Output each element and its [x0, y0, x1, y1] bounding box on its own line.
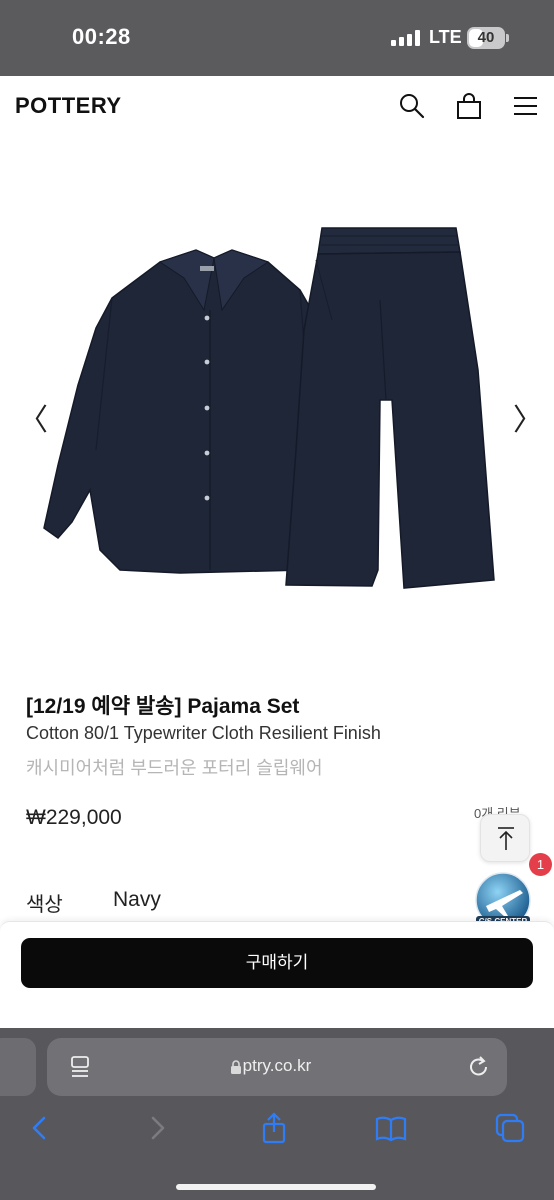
- back-icon[interactable]: [24, 1112, 56, 1144]
- arrow-up-icon: [498, 827, 514, 850]
- menu-icon[interactable]: [511, 92, 539, 120]
- tabs-icon[interactable]: [494, 1112, 526, 1144]
- site-header: POTTERY: [0, 76, 554, 136]
- product-image[interactable]: [0, 150, 554, 640]
- color-option-value[interactable]: Navy: [113, 888, 161, 912]
- shopping-bag-icon[interactable]: [455, 92, 483, 120]
- forward-icon[interactable]: [141, 1112, 173, 1144]
- notification-count-badge: 1: [529, 853, 552, 876]
- product-subtitle: Cotton 80/1 Typewriter Cloth Resilient F…: [26, 723, 381, 743]
- gallery-prev-arrow[interactable]: 〈: [18, 395, 48, 439]
- status-time: 00:28: [72, 24, 131, 49]
- browser-toolbar: ptry.co.kr: [0, 1028, 554, 1200]
- url-text: ptry.co.kr: [242, 1056, 312, 1075]
- bookmarks-icon[interactable]: [375, 1112, 407, 1144]
- product-subtitle-korean: 캐시미어처럼 부드러운 포터리 슬립웨어: [26, 758, 323, 778]
- address-bar[interactable]: ptry.co.kr: [47, 1038, 507, 1096]
- product-title: [12/19 예약 발송] Pajama Set: [26, 695, 300, 718]
- gallery-next-arrow[interactable]: 〉: [513, 395, 543, 439]
- battery-cap: [506, 34, 509, 42]
- search-icon[interactable]: [398, 92, 426, 120]
- cellular-signal-icon: [391, 30, 421, 46]
- status-bar: 00:28 LTE 40: [0, 0, 554, 76]
- share-icon[interactable]: [258, 1112, 290, 1144]
- pants-illustration: [285, 227, 495, 589]
- purchase-panel: 구매하기: [0, 921, 554, 1031]
- site-logo[interactable]: POTTERY: [15, 93, 122, 119]
- buy-button[interactable]: 구매하기: [21, 938, 533, 988]
- previous-tab-preview[interactable]: [0, 1038, 36, 1096]
- battery-percent: 40: [477, 29, 495, 46]
- reload-icon[interactable]: [467, 1054, 491, 1080]
- color-option-label: 색상: [26, 894, 63, 916]
- network-type: LTE: [429, 27, 462, 47]
- battery-icon: 40: [467, 27, 505, 49]
- product-price: ₩229,000: [26, 806, 122, 829]
- scroll-to-top-button[interactable]: [480, 814, 530, 862]
- home-indicator: [176, 1184, 376, 1190]
